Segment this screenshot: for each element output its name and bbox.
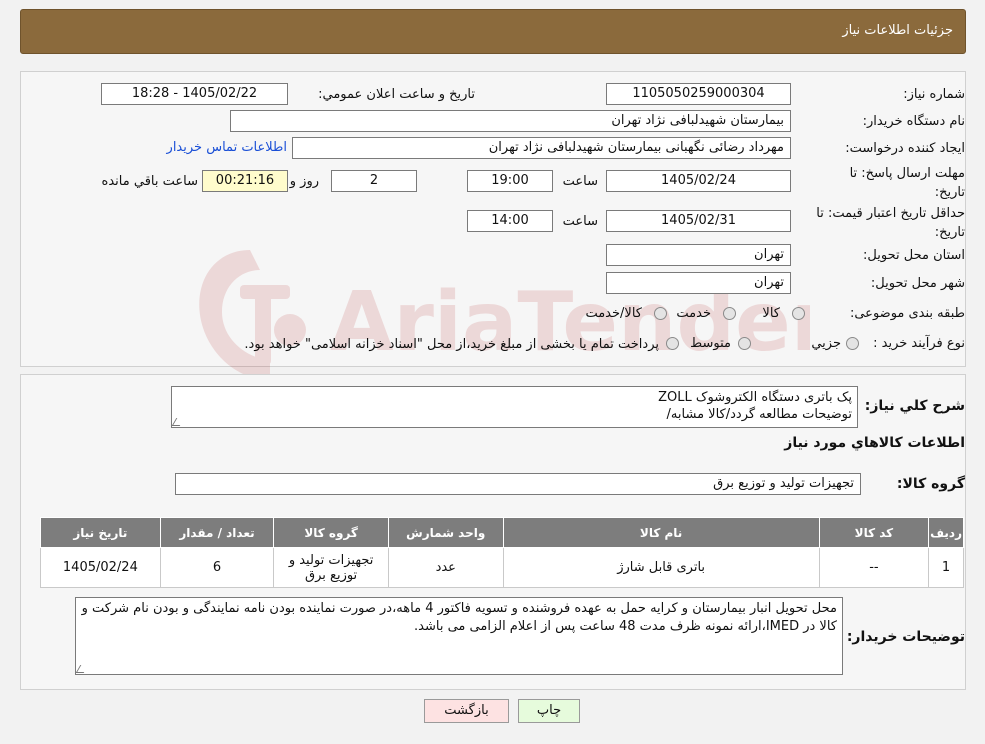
reply-deadline-label: مهلت ارسال پاسخ: تا — [849, 166, 965, 181]
buyer-notes-textarea[interactable]: محل تحویل انبار بیمارستان و کرایه حمل به… — [75, 597, 843, 675]
summary-textarea[interactable]: پک باتری دستگاه الکتروشوک ZOLL توضیحات م… — [171, 386, 858, 428]
table-header-row: ردیف کد کالا نام کالا واحد شمارش گروه کا… — [40, 517, 964, 548]
process-option-medium: متوسط — [690, 336, 731, 351]
cell-unit: عدد — [387, 547, 504, 588]
buyer-notes-label: توضیحات خریدار: — [846, 629, 965, 645]
process-treasury-checkbox[interactable] — [666, 337, 679, 350]
creator-label: ایجاد کننده درخواست: — [845, 141, 965, 156]
price-validity-label-date: تاریخ: — [934, 225, 965, 240]
validity-date-field: 1405/02/31 — [606, 210, 791, 232]
goods-table: ردیف کد کالا نام کالا واحد شمارش گروه کا… — [40, 517, 964, 588]
table-row: 1 -- باتری قابل شارژ عدد تجهیزات تولید و… — [40, 547, 964, 588]
days-label: روز و — [289, 174, 319, 189]
cell-goods-code: -- — [818, 547, 930, 588]
category-radio-service[interactable] — [723, 307, 736, 320]
back-button[interactable]: بازگشت — [424, 699, 509, 723]
category-radio-goods[interactable] — [792, 307, 805, 320]
buyer-notes-text: محل تحویل انبار بیمارستان و کرایه حمل به… — [81, 601, 837, 634]
summary-line-2: توضیحات مطالعه گردد/کالا مشابه/ — [666, 407, 852, 422]
page-title: جزئیات اطلاعات نیاز — [842, 23, 953, 38]
col-need-date: تاریخ نیاز — [40, 517, 161, 548]
reply-deadline-label-date: تاریخ: — [934, 185, 965, 200]
resize-grip-icon[interactable] — [75, 665, 89, 673]
process-radio-medium[interactable] — [738, 337, 751, 350]
cell-row-number: 1 — [928, 547, 964, 588]
summary-line-1: پک باتری دستگاه الکتروشوک ZOLL — [658, 390, 852, 405]
col-goods-code: کد کالا — [818, 517, 930, 548]
category-option-service: خدمت — [676, 306, 711, 321]
buyer-org-label: نام دستگاه خریدار: — [862, 114, 965, 129]
cell-goods-group: تجهیزات تولید و توزیع برق — [273, 547, 389, 588]
col-goods-name: نام کالا — [502, 517, 820, 548]
goods-info-title: اطلاعات کالاهاي مورد نیاز — [784, 435, 965, 451]
col-quantity: تعداد / مقدار — [159, 517, 275, 548]
cell-quantity: 6 — [159, 547, 275, 588]
reply-date-field: 1405/02/24 — [606, 170, 791, 192]
page-header: جزئیات اطلاعات نیاز — [20, 9, 966, 54]
reply-time-label: ساعت — [562, 174, 598, 189]
province-label: استان محل تحویل: — [863, 248, 965, 263]
province-field: تهران — [606, 244, 791, 266]
category-option-goods-service: کالا/خدمت — [585, 306, 642, 321]
buyer-org-field: بیمارستان شهیدلبافی نژاد تهران — [230, 110, 791, 132]
process-option-minor: جزیي — [811, 336, 841, 351]
cell-goods-name: باتری قابل شارژ — [502, 547, 820, 588]
creator-field: مهرداد رضائی نگهبانی بیمارستان شهیدلبافی… — [292, 137, 791, 159]
cell-need-date: 1405/02/24 — [40, 547, 161, 588]
remaining-time-field: 00:21:16 — [202, 170, 288, 192]
category-label: طبقه بندی موضوعی: — [849, 306, 965, 321]
col-row-number: ردیف — [928, 517, 964, 548]
summary-label: شرح کلي نیاز: — [864, 398, 965, 414]
buyer-contact-link[interactable]: اطلاعات تماس خریدار — [167, 140, 287, 155]
goods-group-label: گروه کالا: — [896, 476, 965, 492]
remaining-time-label: ساعت باقي مانده — [101, 174, 198, 189]
goods-group-field: تجهیزات تولید و توزیع برق — [175, 473, 861, 495]
process-radio-minor[interactable] — [846, 337, 859, 350]
reply-time-field: 19:00 — [467, 170, 553, 192]
city-field: تهران — [606, 272, 791, 294]
validity-time-field: 14:00 — [467, 210, 553, 232]
process-type-label: نوع فرآیند خرید : — [873, 336, 965, 351]
days-remaining-field: 2 — [331, 170, 417, 192]
print-button[interactable]: چاپ — [518, 699, 580, 723]
col-unit: واحد شمارش — [387, 517, 504, 548]
validity-time-label: ساعت — [562, 214, 598, 229]
announce-datetime-label: تاریخ و ساعت اعلان عمومي: — [318, 87, 475, 102]
category-radio-goods-service[interactable] — [654, 307, 667, 320]
category-option-goods: کالا — [762, 306, 780, 321]
process-treasury-note: پرداخت تمام یا بخشی از مبلغ خرید،از محل … — [244, 337, 659, 352]
col-goods-group: گروه کالا — [273, 517, 389, 548]
announce-datetime-field: 1405/02/22 - 18:28 — [101, 83, 288, 105]
city-label: شهر محل تحویل: — [870, 276, 965, 291]
price-validity-label: حداقل تاریخ اعتبار قیمت: تا — [816, 206, 965, 221]
need-number-field: 1105050259000304 — [606, 83, 791, 105]
need-number-label: شماره نیاز: — [903, 87, 965, 102]
